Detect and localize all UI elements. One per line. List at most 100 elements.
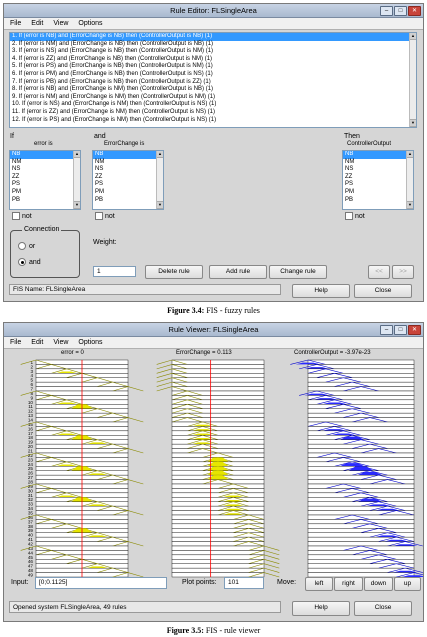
menu-view[interactable]: View [53, 20, 68, 27]
scroll-down-icon[interactable]: ▼ [157, 201, 163, 209]
mf-option[interactable]: NB [10, 151, 80, 159]
rule-list-item[interactable]: 5. If (error is PS) and (ErrorChange is … [10, 63, 416, 71]
rule-viewer-help-button[interactable]: Help [292, 601, 350, 616]
maximize-icon[interactable]: □ [394, 325, 407, 335]
scroll-down-icon[interactable]: ▼ [410, 119, 416, 127]
rule-plots-svg: 1234567891011121314151617181920212223242… [20, 359, 423, 578]
radio-icon[interactable] [18, 242, 26, 250]
and-radio[interactable]: and [18, 258, 41, 266]
menu-edit[interactable]: Edit [31, 20, 43, 27]
input2-mf-scrollbar[interactable]: ▲ ▼ [156, 151, 163, 209]
maximize-icon[interactable]: □ [394, 6, 407, 16]
scroll-up-icon[interactable]: ▲ [74, 151, 80, 158]
rule-list-item[interactable]: 6. If (error is PM) and (ErrorChange is … [10, 71, 416, 79]
or-radio[interactable]: or [18, 242, 35, 250]
mf-option[interactable]: NM [10, 159, 80, 167]
scroll-up-icon[interactable]: ▲ [410, 33, 416, 40]
close-icon[interactable]: ✕ [408, 6, 421, 16]
rules-list-scrollbar[interactable]: ▲ ▼ [409, 33, 416, 127]
mf-option[interactable]: PB [93, 197, 163, 205]
mf-option[interactable]: ZZ [343, 174, 413, 182]
rule-list-item[interactable]: 12. If (error is PS) and (ErrorChange is… [10, 117, 416, 125]
rule-list-item[interactable]: 1. If (error is NB) and (ErrorChange is … [10, 33, 416, 41]
mf-option[interactable]: PM [10, 189, 80, 197]
rule-list-item[interactable]: 9. If (error is NM) and (ErrorChange is … [10, 94, 416, 102]
input1-not-checkbox[interactable]: not [12, 212, 32, 220]
menu-options[interactable]: Options [78, 20, 102, 27]
next-rule-button[interactable]: >> [392, 265, 414, 279]
mf-option[interactable]: NS [93, 166, 163, 174]
rule-plot-cell [307, 474, 415, 480]
rule-list-item[interactable]: 2. If (error is NM) and (ErrorChange is … [10, 41, 416, 49]
checkbox-icon[interactable] [95, 212, 103, 220]
input2-mf-list[interactable]: NB NM NS ZZ PS PM PB ▲ ▼ [92, 150, 164, 210]
menu-file[interactable]: File [10, 20, 21, 27]
rule-plot-cell [307, 483, 415, 489]
rule-plot-cell [307, 399, 415, 405]
rule-editor-help-button[interactable]: Help [292, 284, 350, 298]
weight-input[interactable]: 1 [93, 266, 136, 277]
scroll-down-icon[interactable]: ▼ [74, 201, 80, 209]
mf-option[interactable]: NB [343, 151, 413, 159]
menu-options[interactable]: Options [78, 339, 102, 346]
minimize-icon[interactable]: – [380, 6, 393, 16]
rule-plot-cell [171, 505, 265, 511]
rules-list[interactable]: 1. If (error is NB) and (ErrorChange is … [9, 32, 417, 128]
mf-option[interactable]: PB [343, 197, 413, 205]
mf-option[interactable]: NS [343, 166, 413, 174]
checkbox-icon[interactable] [12, 212, 20, 220]
move-left-button[interactable]: left [305, 577, 333, 591]
mf-option[interactable]: PS [93, 181, 163, 189]
close-icon[interactable]: ✕ [408, 325, 421, 335]
rule-plot-cell [307, 545, 415, 551]
rule-plot-cell [307, 457, 415, 463]
rule-list-item[interactable]: 11. If (error is ZZ) and (ErrorChange is… [10, 109, 416, 117]
input1-mf-scrollbar[interactable]: ▲ ▼ [73, 151, 80, 209]
rule-list-item[interactable]: 3. If (error is NS) and (ErrorChange is … [10, 48, 416, 56]
mf-option[interactable]: PM [343, 189, 413, 197]
scroll-up-icon[interactable]: ▲ [157, 151, 163, 158]
scroll-down-icon[interactable]: ▼ [407, 201, 413, 209]
rule-editor-close-button[interactable]: Close [354, 284, 412, 298]
rule-number-label: 49 [28, 573, 34, 578]
move-up-button[interactable]: up [394, 577, 421, 591]
mf-option[interactable]: PS [10, 181, 80, 189]
minimize-icon[interactable]: – [380, 325, 393, 335]
menu-view[interactable]: View [53, 339, 68, 346]
input2-not-checkbox[interactable]: not [95, 212, 115, 220]
menu-file[interactable]: File [10, 339, 21, 346]
rule-viewer-close-button[interactable]: Close [354, 601, 412, 616]
rule-list-item[interactable]: 8. If (error is NB) and (ErrorChange is … [10, 86, 416, 94]
output-mf-scrollbar[interactable]: ▲ ▼ [406, 151, 413, 209]
mf-option[interactable]: PS [343, 181, 413, 189]
move-right-button[interactable]: right [334, 577, 363, 591]
menu-edit[interactable]: Edit [31, 339, 43, 346]
output-mf-list[interactable]: NB NM NS ZZ PS PM PB ▲ ▼ [342, 150, 414, 210]
rule-list-item[interactable]: 10. If (error is NS) and (ErrorChange is… [10, 101, 416, 109]
connection-group [10, 230, 80, 278]
change-rule-button[interactable]: Change rule [269, 265, 327, 279]
output-not-checkbox[interactable]: not [345, 212, 365, 220]
mf-option[interactable]: ZZ [93, 174, 163, 182]
mf-option[interactable]: NM [93, 159, 163, 167]
mf-option[interactable]: NM [343, 159, 413, 167]
add-rule-button[interactable]: Add rule [209, 265, 267, 279]
mf-option[interactable]: NS [10, 166, 80, 174]
mf-option[interactable]: NB [93, 151, 163, 159]
mf-option[interactable]: PB [10, 197, 80, 205]
delete-rule-button[interactable]: Delete rule [145, 265, 203, 279]
scroll-up-icon[interactable]: ▲ [407, 151, 413, 158]
rule-plots-area[interactable]: 1 2 3 4 5 6 7 8 9 10 11 12 13 14 15 16 17 18 19 20 21 22 23 24 2… [4, 358, 423, 578]
input1-mf-list[interactable]: NB NM NS ZZ PS PM PB ▲ ▼ [9, 150, 81, 210]
radio-selected-icon[interactable] [18, 258, 26, 266]
previous-rule-button[interactable]: << [368, 265, 390, 279]
rule-list-item[interactable]: 4. If (error is ZZ) and (ErrorChange is … [10, 56, 416, 64]
mf-option[interactable]: PM [93, 189, 163, 197]
rule-list-item[interactable]: 7. If (error is PB) and (ErrorChange is … [10, 79, 416, 87]
plot-points-field[interactable]: 101 [224, 577, 264, 589]
input-vector-field[interactable]: [0;0.1125] [35, 577, 167, 589]
rule-plot-cell [307, 439, 415, 445]
move-down-button[interactable]: down [364, 577, 393, 591]
mf-option[interactable]: ZZ [10, 174, 80, 182]
checkbox-icon[interactable] [345, 212, 353, 220]
